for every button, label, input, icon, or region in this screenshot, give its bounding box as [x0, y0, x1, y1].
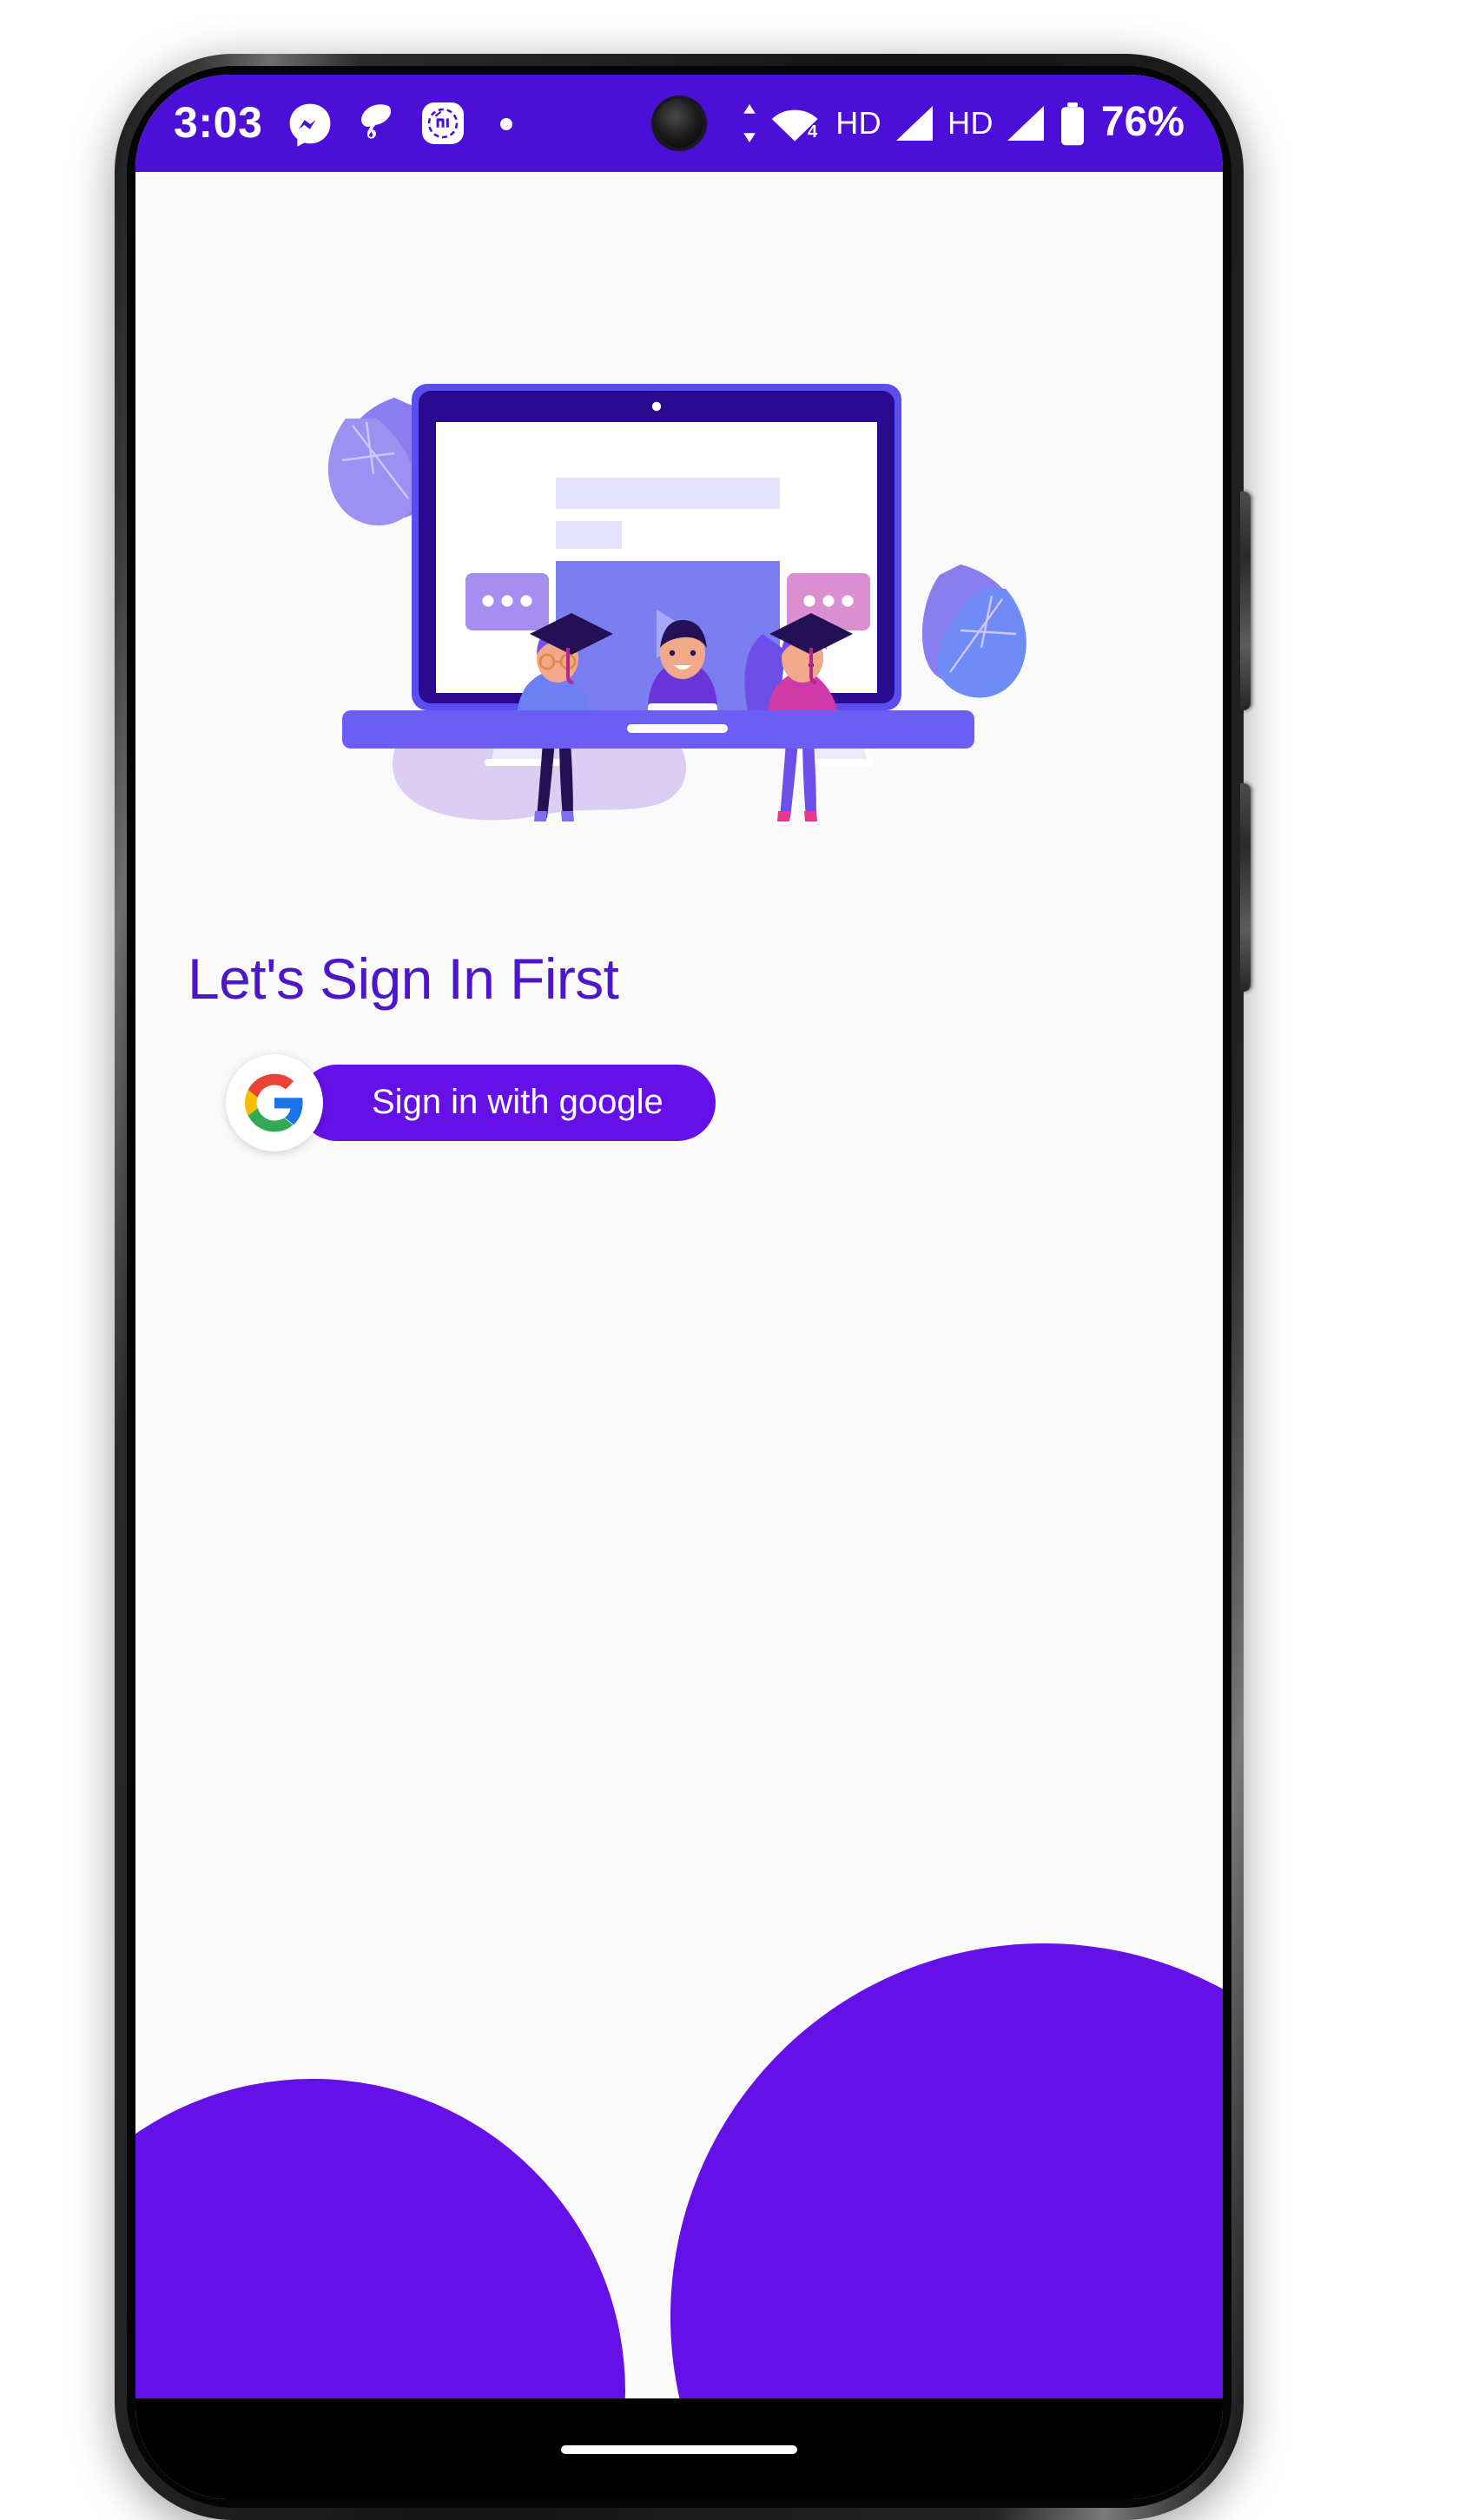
- sign-in-with-google-button[interactable]: Sign in with google: [299, 1065, 716, 1141]
- svg-text:4: 4: [808, 122, 818, 141]
- volume-button[interactable]: [1240, 783, 1251, 992]
- page-title: Let's Sign In First: [188, 947, 619, 1011]
- mi-account-icon: [422, 102, 465, 144]
- battery-icon: [1060, 102, 1084, 145]
- wifi-4-icon: 4: [772, 109, 818, 141]
- data-transfer-icon: [743, 104, 756, 142]
- notification-dot-icon: [500, 117, 513, 129]
- power-button[interactable]: [1240, 491, 1251, 710]
- signal-triangle-icon: [895, 106, 933, 141]
- google-logo-badge: [226, 1054, 323, 1151]
- status-bar-notification-icons: [287, 100, 513, 147]
- signal-triangle-icon-2: [1007, 106, 1044, 141]
- phone-device: 3:03 4 HD HD 76% Let's Sign In First Sig…: [115, 54, 1251, 2520]
- screen-text-bar-1: [556, 478, 780, 509]
- hd-label: HD: [835, 105, 882, 140]
- phone-screen: 3:03 4 HD HD 76% Let's Sign In First Sig…: [135, 75, 1223, 2499]
- navigation-bar: [135, 2398, 1223, 2499]
- google-signin-row[interactable]: Sign in with google: [226, 1054, 716, 1151]
- battery-percent-label: 76%: [1100, 99, 1185, 146]
- leaf-right: [921, 564, 1027, 698]
- status-bar-system-icons: 4 HD HD 76%: [740, 99, 1185, 148]
- online-learning-illustration: [314, 370, 1044, 821]
- airtel-icon: [361, 104, 392, 139]
- messenger-icon: [290, 102, 331, 146]
- laptop-trackpad-notch: [627, 724, 728, 733]
- google-g-icon: [245, 1073, 303, 1132]
- status-bar-clock: 3:03: [174, 98, 263, 147]
- chat-bubble-left: [465, 573, 549, 630]
- signin-screen: Let's Sign In First Sign in with google: [135, 172, 1223, 2499]
- home-gesture-pill[interactable]: [561, 2444, 797, 2453]
- laptop-camera: [651, 401, 662, 412]
- front-camera-punch-hole: [655, 99, 703, 148]
- hd-label-2: HD: [947, 105, 994, 140]
- screen-text-bar-2: [556, 521, 622, 549]
